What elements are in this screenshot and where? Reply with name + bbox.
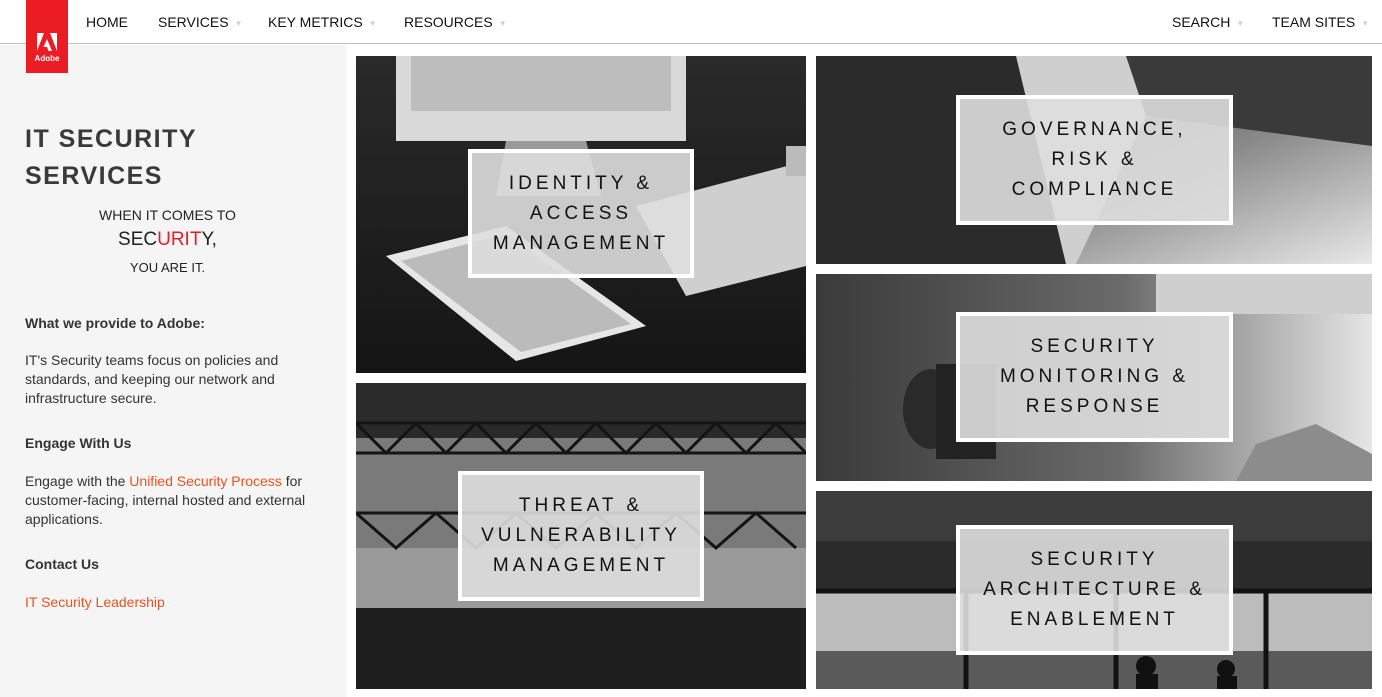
tile-label-line: COMPLIANCE [1011,179,1178,200]
tile-label-line: RESPONSE [1025,396,1164,417]
caret-down-icon: ▼ [234,19,243,28]
adobe-logo-text: Adobe [34,54,60,63]
nav-resources-label: RESOURCES [404,14,493,30]
nav-key-metrics[interactable]: KEY METRICS ▼ [268,14,377,30]
tagline-line1: WHEN IT COMES TO [99,207,236,223]
tagline-sec: SEC [118,229,158,250]
nav-resources[interactable]: RESOURCES ▼ [404,14,507,30]
sidebar: IT SECURITY SERVICES WHEN IT COMES TO SE… [0,45,346,697]
provide-text: IT's Security teams focus on policies an… [25,352,279,406]
nav-team-sites-label: TEAM SITES [1272,14,1356,30]
tagline-urit: URIT [157,229,202,250]
tile-security-monitoring-response[interactable]: SECURITY MONITORING & RESPONSE [816,274,1372,481]
contact-heading: Contact Us [25,556,99,572]
adobe-logo[interactable]: Adobe [26,0,68,73]
engage-heading: Engage With Us [25,435,132,451]
nav-search[interactable]: SEARCH ▼ [1172,14,1244,30]
tile-label-line: THREAT & [518,495,644,516]
tile-label-line: ENABLEMENT [1010,609,1179,630]
nav-services-label: SERVICES [158,14,229,30]
tile-threat-vulnerability-management[interactable]: THREAT & VULNERABILITY MANAGEMENT [356,383,806,689]
caret-down-icon: ▼ [1236,19,1245,28]
unified-security-process-link[interactable]: Unified Security Process [129,473,282,489]
tagline-security: SECURITY, [0,229,335,251]
tile-label-line: MANAGEMENT [492,555,670,576]
tile-label-line: ARCHITECTURE & [983,579,1206,600]
nav-home[interactable]: HOME [86,14,128,30]
top-navigation: Adobe HOME SERVICES ▼ KEY METRICS ▼ RESO… [0,0,1382,73]
tile-governance-risk-compliance[interactable]: GOVERNANCE, RISK & COMPLIANCE [816,56,1372,264]
adobe-a-icon [37,33,57,51]
it-security-leadership-link[interactable]: IT Security Leadership [25,594,165,610]
page-title-line1: IT SECURITY [25,125,198,153]
nav-search-label: SEARCH [1172,14,1231,30]
contact-text: IT Security Leadership [25,593,320,612]
page-title-line2: SERVICES [25,162,163,190]
tile-label-line: VULNERABILITY [481,525,681,546]
tile-label: SECURITY MONITORING & RESPONSE [956,312,1233,442]
tile-security-architecture-enablement[interactable]: SECURITY ARCHITECTURE & ENABLEMENT [816,491,1372,689]
tile-label-line: SECURITY [1030,549,1159,570]
engage-text-before: Engage with the [25,473,130,489]
tagline-y: Y, [201,229,217,250]
tile-label-line: GOVERNANCE, [1002,119,1187,140]
nav-services[interactable]: SERVICES ▼ [158,14,242,30]
tile-label-line: RISK & [1051,149,1138,170]
tile-label: THREAT & VULNERABILITY MANAGEMENT [458,471,704,601]
provide-heading: What we provide to Adobe: [25,315,205,331]
tile-label-line: IDENTITY & [508,172,654,194]
nav-key-metrics-label: KEY METRICS [268,14,363,30]
tile-label-line: MANAGEMENT [492,232,670,254]
caret-down-icon: ▼ [1361,19,1370,28]
nav-team-sites[interactable]: TEAM SITES ▼ [1272,14,1369,30]
nav-home-label: HOME [86,14,128,30]
caret-down-icon: ▼ [368,19,377,28]
engage-text: Engage with the Unified Security Process… [25,472,320,529]
tile-label: SECURITY ARCHITECTURE & ENABLEMENT [956,525,1233,655]
tagline-line3: YOU ARE IT. [129,260,206,275]
tile-label: IDENTITY & ACCESS MANAGEMENT [468,149,694,278]
tile-label: GOVERNANCE, RISK & COMPLIANCE [956,95,1233,225]
caret-down-icon: ▼ [498,19,507,28]
tile-label-line: SECURITY [1030,336,1159,357]
tile-label-line: MONITORING & [999,366,1190,387]
page-title: IT SECURITY SERVICES [25,121,325,195]
tile-identity-access-management[interactable]: IDENTITY & ACCESS MANAGEMENT [356,56,806,373]
tile-label-line: ACCESS [529,202,633,224]
